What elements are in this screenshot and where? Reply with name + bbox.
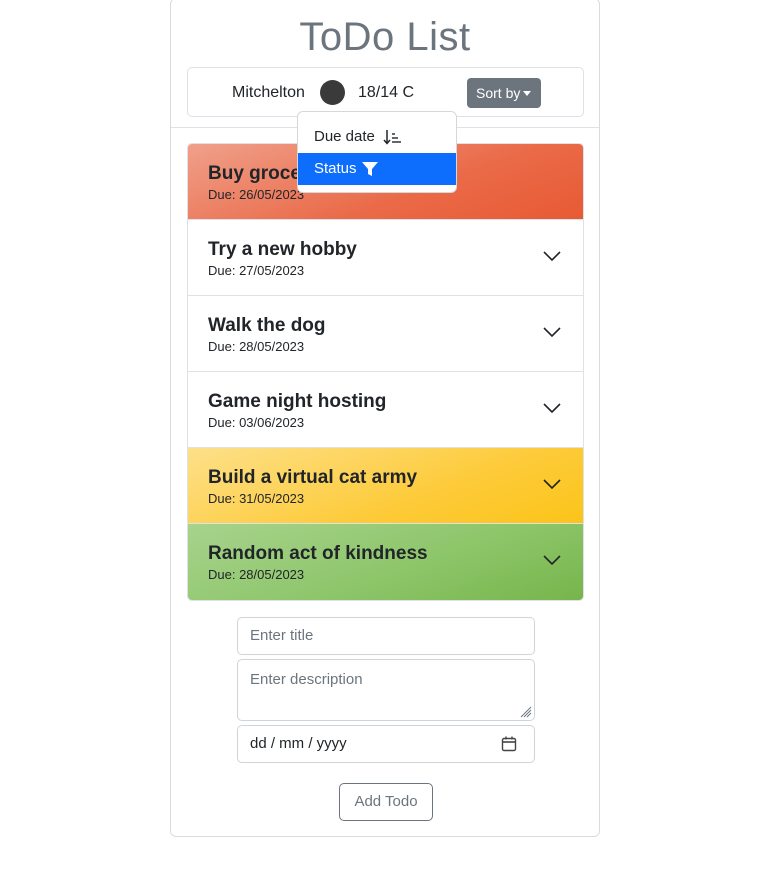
caret-down-icon — [523, 91, 532, 96]
todo-due-date: Due: 26/05/2023 — [208, 187, 305, 202]
chevron-down-icon[interactable] — [543, 250, 561, 262]
weather-icon — [320, 80, 345, 105]
description-input[interactable]: Enter description — [237, 659, 535, 721]
sort-option-label: Due date — [314, 128, 375, 145]
todo-due-date: Due: 28/05/2023 — [208, 339, 305, 354]
todo-item[interactable]: Build a virtual cat army Due: 31/05/2023 — [188, 448, 583, 524]
todo-due-date: Due: 03/06/2023 — [208, 415, 305, 430]
todo-list: Buy groceries Due: 26/05/2023 Try a new … — [187, 143, 584, 601]
resize-grip-icon[interactable] — [520, 706, 532, 718]
filter-icon — [362, 162, 378, 176]
chevron-down-icon[interactable] — [543, 402, 561, 414]
todo-item[interactable]: Walk the dog Due: 28/05/2023 — [188, 296, 583, 372]
sort-dropdown-menu: Due date Status — [297, 111, 457, 193]
todo-title: Walk the dog — [208, 315, 326, 336]
sort-option-due-date[interactable]: Due date — [298, 121, 456, 153]
todo-due-date: Due: 27/05/2023 — [208, 263, 305, 278]
sort-numeric-down-icon — [383, 130, 401, 145]
sort-option-status[interactable]: Status — [298, 153, 456, 185]
add-todo-form: Enter title Enter description dd / mm / … — [237, 617, 535, 763]
sort-by-button[interactable]: Sort by — [467, 78, 541, 108]
due-date-input[interactable]: dd / mm / yyyy — [237, 725, 535, 763]
location-label: Mitchelton — [232, 84, 305, 101]
description-placeholder: Enter description — [250, 671, 363, 688]
todo-title: Game night hosting — [208, 391, 387, 412]
date-placeholder: dd / mm / yyyy — [250, 735, 347, 752]
add-todo-button[interactable]: Add Todo — [339, 783, 433, 821]
calendar-icon[interactable] — [501, 736, 517, 752]
todo-item[interactable]: Random act of kindness Due: 28/05/2023 — [188, 524, 583, 600]
chevron-down-icon[interactable] — [543, 478, 561, 490]
todo-item[interactable]: Try a new hobby Due: 27/05/2023 — [188, 220, 583, 296]
temperature-label: 18/14 C — [358, 84, 415, 101]
chevron-down-icon[interactable] — [543, 554, 561, 566]
todo-title: Random act of kindness — [208, 543, 428, 564]
todo-title: Build a virtual cat army — [208, 467, 418, 488]
title-input[interactable]: Enter title — [237, 617, 535, 655]
todo-item[interactable]: Game night hosting Due: 03/06/2023 — [188, 372, 583, 448]
sort-by-label: Sort by — [476, 85, 521, 101]
sort-option-label: Status — [314, 160, 357, 177]
todo-due-date: Due: 31/05/2023 — [208, 491, 305, 506]
info-bar: Mitchelton 18/14 C Sort by — [187, 67, 584, 117]
todo-due-date: Due: 28/05/2023 — [208, 567, 305, 582]
chevron-down-icon[interactable] — [543, 326, 561, 338]
todo-title: Try a new hobby — [208, 239, 357, 260]
page-title: ToDo List — [299, 15, 471, 59]
